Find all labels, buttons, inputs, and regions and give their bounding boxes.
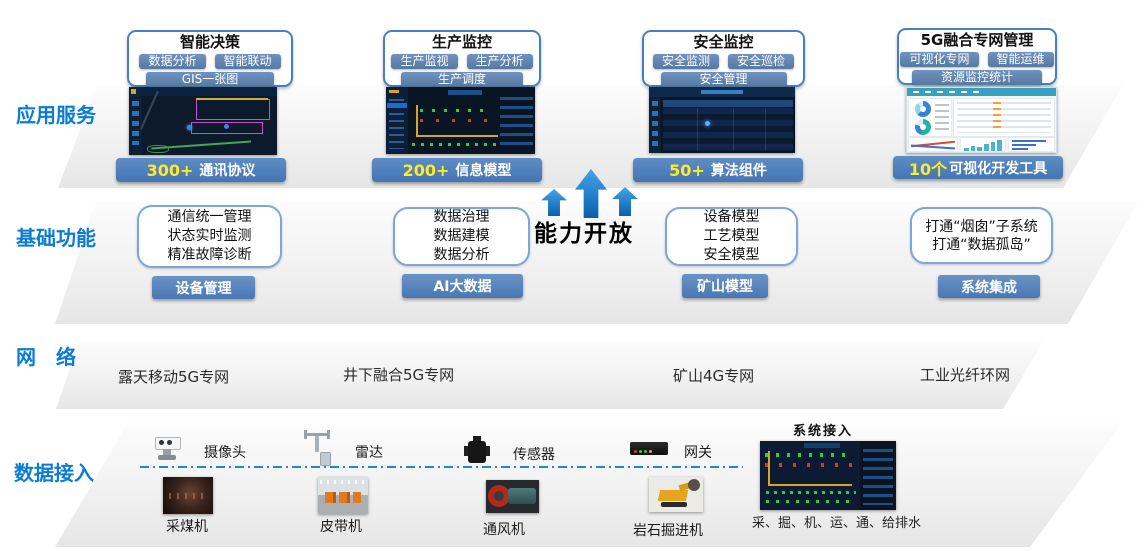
bubble-line: 数据建模 <box>395 227 528 246</box>
bubble-line: 数据治理 <box>395 208 528 227</box>
network-item-fiber-ring: 工业光纤环网 <box>920 364 1010 385</box>
tag-chip: 生产监视 <box>391 54 457 69</box>
bubble-line: 设备模型 <box>667 208 796 227</box>
bubble-line: 工艺模型 <box>667 227 796 246</box>
bubble-line: 数据分析 <box>395 246 528 265</box>
tag-chip: 生产调度 <box>401 72 523 87</box>
network-item-underground-5g: 井下融合5G专网 <box>343 364 454 385</box>
tag-chip: 智能联动 <box>215 54 281 69</box>
button-mine-model: 矿山模型 <box>682 274 768 298</box>
bubble-line: 状态实时监测 <box>139 227 280 246</box>
network-item-mine-4g: 矿山4G专网 <box>673 365 754 386</box>
metric-label: 信息模型 <box>455 160 511 180</box>
tag-chip: 数据分析 <box>139 54 205 69</box>
camera-icon <box>150 434 186 462</box>
tag-chip: 安全巡检 <box>728 54 794 69</box>
screenshot-network-dashboard <box>906 87 1057 153</box>
layer-label-app-services: 应用服务 <box>16 99 96 128</box>
layer-label-data-access: 数据接入 <box>14 457 94 486</box>
tag-chip: 智能运维 <box>988 52 1054 67</box>
machine-label-coal-shearer: 采煤机 <box>166 516 208 536</box>
device-label-sensor: 传感器 <box>513 444 555 464</box>
metric-value: 50+ <box>669 161 705 180</box>
layer-label-network: 网 络 <box>16 341 76 370</box>
metric-bar: 200+ 信息模型 <box>372 158 542 182</box>
card-title: 生产监控 <box>389 34 535 51</box>
sensor-icon <box>464 436 492 466</box>
bubble-line: 打通“数据孤岛” <box>912 236 1051 254</box>
system-access-caption: 采、掘、机、运、通、给排水 <box>752 512 921 531</box>
metric-bar: 50+ 算法组件 <box>633 158 803 182</box>
machine-photo-ventilation-fan <box>486 480 539 513</box>
button-ai-bigdata: AI大数据 <box>402 274 523 298</box>
device-label-camera: 摄像头 <box>204 442 246 462</box>
tag-chip: 安全监测 <box>653 54 719 69</box>
tag-chip: GIS一张图 <box>146 72 274 87</box>
metric-bar: 10个 可视化开发工具 <box>893 156 1063 179</box>
machine-photo-coal-shearer <box>163 477 213 514</box>
button-system-integration: 系统集成 <box>938 275 1040 298</box>
metric-label: 通讯协议 <box>199 160 255 180</box>
capability-open-label: 能力开放 <box>534 214 634 248</box>
card-intelligent-decision: 智能决策 数据分析 智能联动 GIS一张图 <box>127 30 293 87</box>
bubble-ai-bigdata: 数据治理 数据建模 数据分析 <box>393 207 530 266</box>
metric-value: 200+ <box>403 161 450 180</box>
card-5g-network-management: 5G融合专网管理 可视化专网 智能运维 资源监控统计 <box>897 28 1057 85</box>
machine-photo-rock-tunneler <box>649 477 703 512</box>
metric-bar: 300+ 通讯协议 <box>116 158 286 182</box>
tag-chip: 生产分析 <box>467 54 533 69</box>
bubble-mine-model: 设备模型 工艺模型 安全模型 <box>665 207 798 266</box>
bubble-line: 打通“烟囱”子系统 <box>912 218 1051 236</box>
card-production-monitoring: 生产监控 生产监视 生产分析 生产调度 <box>383 30 541 87</box>
tag-chip: 可视化专网 <box>900 52 978 67</box>
architecture-diagram: 应用服务 基础功能 网 络 数据接入 智能决策 数据分析 智能联动 GIS一张图… <box>0 0 1145 551</box>
machine-photo-belt-conveyor <box>318 477 368 514</box>
bubble-line: 精准故障诊断 <box>139 246 280 265</box>
gateway-icon <box>630 440 670 458</box>
device-label-gateway: 网关 <box>684 442 712 462</box>
card-title: 安全监控 <box>648 34 799 51</box>
screenshot-gis-map <box>129 87 277 155</box>
button-device-management: 设备管理 <box>152 276 255 299</box>
bubble-system-integration: 打通“烟囱”子系统 打通“数据孤岛” <box>910 207 1053 264</box>
metric-label: 可视化开发工具 <box>949 158 1047 178</box>
tag-chip: 资源监控统计 <box>912 70 1042 85</box>
device-label-radar: 雷达 <box>355 442 383 462</box>
card-safety-monitoring: 安全监控 安全监测 安全巡检 安全管理 <box>642 30 805 87</box>
bubble-line: 安全模型 <box>667 246 796 265</box>
separator-dashdot-line <box>140 466 743 468</box>
machine-label-rock-tunneler: 岩石掘进机 <box>633 520 703 540</box>
card-title: 智能决策 <box>133 34 287 51</box>
screenshot-system-access <box>760 441 896 510</box>
bubble-device-management: 通信统一管理 状态实时监测 精准故障诊断 <box>137 205 282 268</box>
metric-value: 300+ <box>147 161 194 180</box>
bubble-line: 通信统一管理 <box>139 208 280 227</box>
tag-chip: 安全管理 <box>661 72 787 87</box>
network-item-openpit-5g: 露天移动5G专网 <box>118 366 229 387</box>
machine-label-ventilation-fan: 通风机 <box>483 519 525 539</box>
metric-label: 算法组件 <box>711 160 767 180</box>
screenshot-production-scada <box>386 87 535 154</box>
radar-icon <box>302 430 334 466</box>
card-title: 5G融合专网管理 <box>903 32 1051 49</box>
system-access-title: 系统接入 <box>793 420 853 439</box>
machine-label-belt-conveyor: 皮带机 <box>320 516 362 536</box>
screenshot-safety-table <box>649 87 795 153</box>
layer-label-basic-functions: 基础功能 <box>16 222 96 251</box>
metric-value: 10个 <box>909 156 947 180</box>
